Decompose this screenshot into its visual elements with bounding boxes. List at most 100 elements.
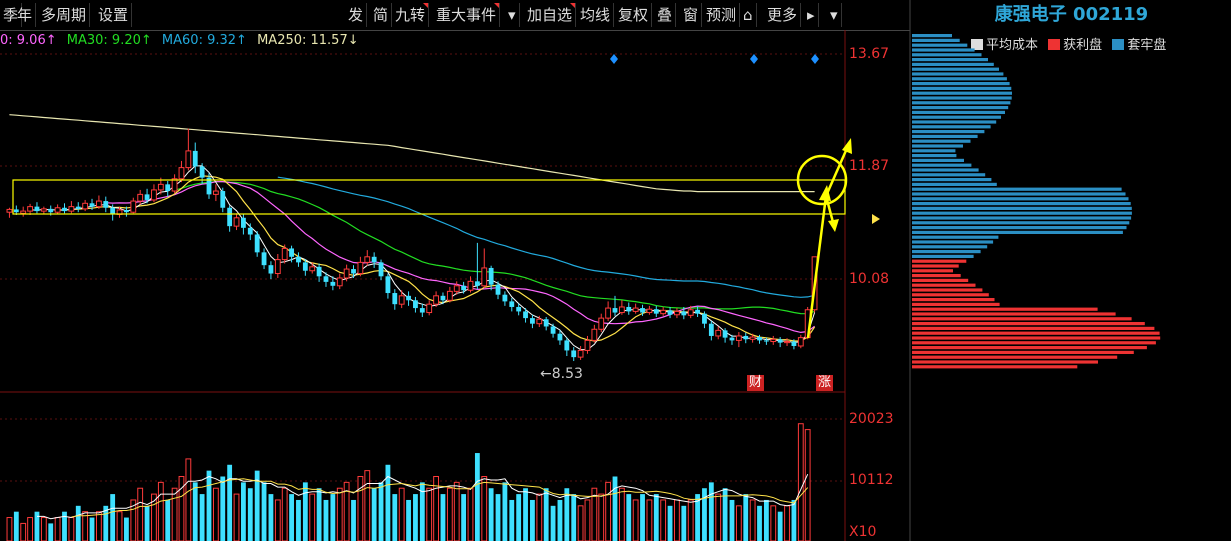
chip-bar [912, 101, 1011, 105]
volume-bar [674, 499, 680, 541]
candle-body [268, 265, 274, 274]
volume-bar [681, 505, 687, 541]
candle-body [220, 191, 226, 208]
volume-bar [605, 481, 612, 541]
candle-body [89, 203, 95, 207]
candle-body [274, 259, 281, 275]
volume-bar [453, 481, 460, 541]
volume-bar [95, 511, 102, 541]
chip-bar [912, 254, 974, 258]
volume-bar [784, 505, 790, 541]
candle-body [261, 252, 267, 266]
volume-bar [708, 482, 714, 541]
chip-bar [912, 149, 956, 153]
candle-body [351, 269, 356, 274]
chip-bar [912, 346, 1147, 350]
chip-bar [912, 355, 1118, 359]
volume-bar [646, 499, 653, 541]
candle-body [296, 256, 301, 263]
candle-body [453, 285, 460, 292]
chip-bar [912, 115, 1001, 119]
candle-body [385, 276, 391, 294]
candle-body [34, 206, 40, 212]
volume-bar [474, 453, 480, 541]
up-arrow-head-2 [842, 138, 852, 154]
volume-bar [757, 505, 762, 541]
chip-bar [912, 178, 992, 182]
candle-body [199, 166, 205, 178]
chip-bar [912, 312, 1116, 316]
chip-bar [912, 211, 1132, 215]
volume-bar [40, 517, 47, 541]
candle-body [309, 266, 316, 272]
candle-body [702, 313, 707, 324]
volume-bar [523, 488, 528, 541]
candle-body [27, 206, 33, 212]
candle-body [171, 178, 178, 192]
chip-bar [912, 250, 981, 254]
volume-bar [261, 482, 267, 541]
chip-bar [912, 274, 961, 278]
chip-bar [912, 134, 978, 138]
chip-bar [912, 173, 986, 177]
candle-body [667, 310, 673, 315]
volume-bar [309, 493, 316, 541]
volume-bar [171, 487, 178, 541]
price-pointer-icon [872, 214, 880, 224]
chip-bar [912, 187, 1122, 191]
volume-bar [336, 487, 343, 541]
volume-bar [536, 493, 543, 541]
candle-body [124, 209, 129, 213]
volume-bar [729, 499, 735, 541]
chip-bar [912, 216, 1132, 220]
volume-bar [364, 470, 371, 541]
candle-body [509, 301, 515, 307]
chip-bar [912, 317, 1132, 321]
candle-body [48, 208, 54, 213]
volume-bar [577, 505, 584, 541]
candle-body [543, 319, 549, 327]
volume-bar [571, 494, 577, 541]
chip-bar [912, 53, 982, 57]
volume-bar [749, 499, 756, 541]
candle-body [398, 295, 405, 305]
chip-bar [912, 110, 1005, 114]
chip-bar [912, 96, 1012, 100]
candle-body [419, 308, 425, 313]
chip-bar [912, 192, 1126, 196]
chip-bar [912, 82, 1010, 86]
candle-body [103, 201, 109, 208]
volume-bar [426, 487, 433, 541]
candle-body [715, 329, 722, 337]
candle-body [722, 330, 728, 338]
candle-body [426, 303, 433, 314]
chip-bar [912, 235, 999, 239]
candle-body [797, 337, 804, 347]
chip-bar [912, 67, 999, 71]
volume-bar [667, 505, 673, 541]
candle-body [791, 341, 797, 346]
chip-bar [912, 341, 1156, 345]
chip-bar [912, 72, 1004, 76]
candle-body [749, 336, 756, 340]
candle-body [68, 206, 75, 212]
chip-bar [912, 264, 959, 268]
candle-body [227, 207, 233, 227]
volume-bar [687, 499, 694, 541]
chip-bar [912, 322, 1145, 326]
volume-bar [378, 482, 384, 541]
chip-bar [912, 307, 1098, 311]
chip-bar [912, 278, 969, 282]
ma10-line [57, 175, 816, 342]
candle-body [550, 326, 556, 334]
volume-bar [227, 464, 233, 541]
volume-bar [185, 458, 192, 541]
chip-bar [912, 86, 1012, 90]
candle-body [777, 339, 783, 343]
candle-body [247, 227, 253, 235]
volume-bar [316, 488, 322, 541]
candle-body [516, 306, 522, 312]
volume-bar [392, 494, 398, 541]
candle-body [502, 294, 508, 302]
volume-bar [467, 487, 474, 541]
